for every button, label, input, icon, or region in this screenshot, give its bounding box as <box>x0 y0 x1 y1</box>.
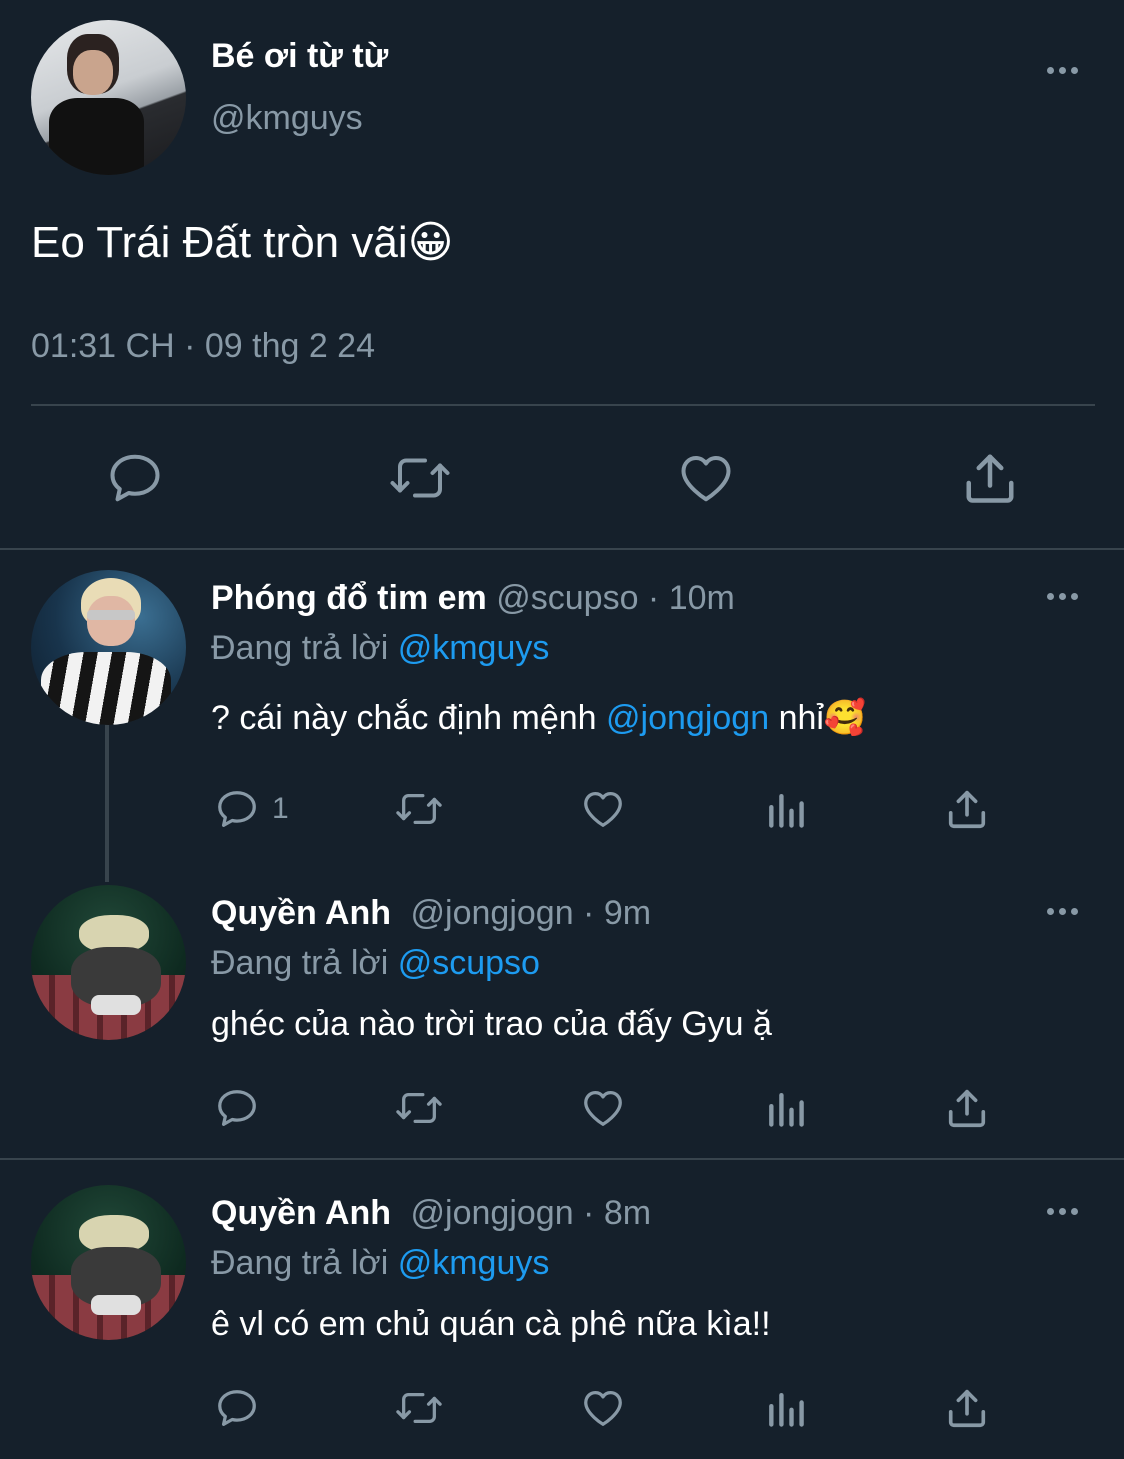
mention-link[interactable]: @jongjogn <box>606 699 769 737</box>
share-icon[interactable] <box>960 448 1020 508</box>
avatar[interactable] <box>31 570 186 725</box>
mention-link[interactable]: @kmguys <box>398 1244 550 1282</box>
reply-icon[interactable] <box>213 786 261 832</box>
heart-icon[interactable] <box>579 786 627 832</box>
heart-icon[interactable] <box>579 1085 627 1131</box>
mention-link[interactable]: @scupso <box>398 944 540 982</box>
analytics-icon[interactable] <box>764 1385 808 1431</box>
share-icon[interactable] <box>944 1385 990 1431</box>
avatar[interactable] <box>31 20 186 175</box>
more-icon[interactable] <box>1042 60 1082 80</box>
retweet-icon[interactable] <box>392 1085 446 1131</box>
user-handle[interactable]: @jongjogn · 8m <box>411 1194 652 1232</box>
more-icon[interactable] <box>1042 1201 1082 1221</box>
more-icon[interactable] <box>1042 586 1082 606</box>
reply-icon[interactable] <box>104 448 166 508</box>
divider <box>31 404 1095 406</box>
reply-icon[interactable] <box>213 1085 261 1131</box>
heart-icon[interactable] <box>676 448 736 508</box>
display-name[interactable]: Quyền Anh <box>211 894 391 932</box>
mention-link[interactable]: @kmguys <box>398 629 550 667</box>
display-name[interactable]: Quyền Anh <box>211 1194 391 1232</box>
display-name[interactable]: Bé ơi từ từ <box>211 34 388 78</box>
tweet-text: ? cái này chắc định mệnh <box>211 699 597 737</box>
tweet-text-suffix: nhỉ🥰 <box>778 699 867 737</box>
replying-to-label: Đang trả lời <box>211 1244 389 1282</box>
user-handle[interactable]: @scupso · 10m <box>496 579 735 617</box>
retweet-icon[interactable] <box>392 786 446 832</box>
analytics-icon[interactable] <box>764 786 808 832</box>
section-divider <box>0 548 1124 550</box>
section-divider <box>0 1158 1124 1160</box>
tweet-text: Eo Trái Đất tròn vãi😀 <box>31 218 454 267</box>
user-handle[interactable]: @kmguys <box>211 96 363 140</box>
thread-line <box>105 722 109 882</box>
avatar[interactable] <box>31 1185 186 1340</box>
timestamp[interactable]: 01:31 CH · 09 thg 2 24 <box>31 324 375 368</box>
replying-to-label: Đang trả lời <box>211 629 389 667</box>
more-icon[interactable] <box>1042 901 1082 921</box>
retweet-icon[interactable] <box>392 1385 446 1431</box>
avatar[interactable] <box>31 885 186 1040</box>
analytics-icon[interactable] <box>764 1085 808 1131</box>
tweet-text: ghéc của nào trời trao của đấy Gyu ặ <box>211 1005 772 1043</box>
tweet-text: ê vl có em chủ quán cà phê nữa kìa!! <box>211 1305 771 1343</box>
display-name[interactable]: Phóng đổ tim em <box>211 579 487 617</box>
share-icon[interactable] <box>944 1085 990 1131</box>
share-icon[interactable] <box>944 786 990 832</box>
heart-icon[interactable] <box>579 1385 627 1431</box>
reply-icon[interactable] <box>213 1385 261 1431</box>
retweet-icon[interactable] <box>386 448 454 508</box>
user-handle[interactable]: @jongjogn · 9m <box>411 894 652 932</box>
replying-to-label: Đang trả lời <box>211 944 389 982</box>
reply-count: 1 <box>272 792 289 825</box>
